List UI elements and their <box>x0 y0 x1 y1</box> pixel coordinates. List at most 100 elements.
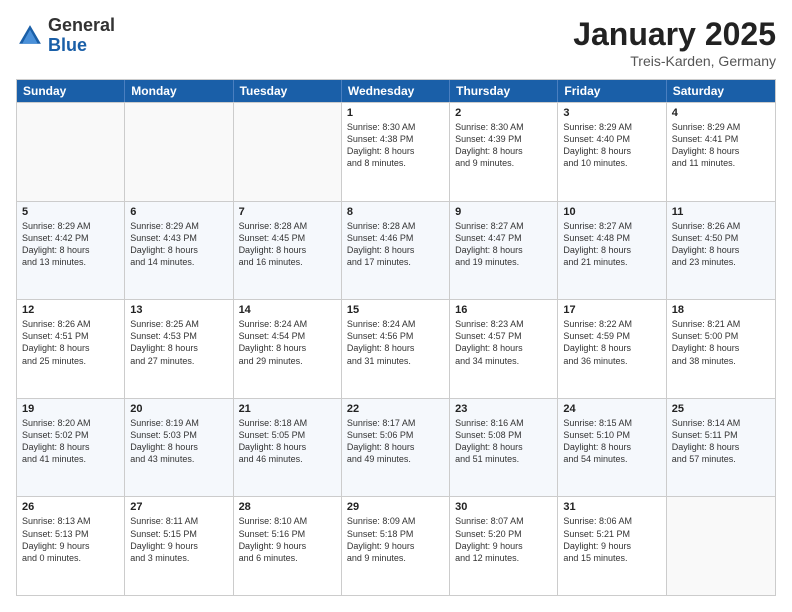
day-number: 31 <box>563 501 660 513</box>
logo-general: General <box>48 16 115 36</box>
day-number: 24 <box>563 403 660 415</box>
calendar-cell: 14 Sunrise: 8:24 AM Sunset: 4:54 PM Dayli… <box>234 300 342 398</box>
calendar-cell: 23 Sunrise: 8:16 AM Sunset: 5:08 PM Dayli… <box>450 399 558 497</box>
calendar-cell: 2 Sunrise: 8:30 AM Sunset: 4:39 PM Daylig… <box>450 103 558 201</box>
cell-info: Sunrise: 8:29 AM Sunset: 4:41 PM Dayligh… <box>672 121 770 170</box>
cell-info: Sunrise: 8:27 AM Sunset: 4:47 PM Dayligh… <box>455 220 552 269</box>
day-number: 26 <box>22 501 119 513</box>
day-number: 25 <box>672 403 770 415</box>
calendar-cell: 16 Sunrise: 8:23 AM Sunset: 4:57 PM Dayli… <box>450 300 558 398</box>
calendar-cell <box>125 103 233 201</box>
calendar-cell: 22 Sunrise: 8:17 AM Sunset: 5:06 PM Dayli… <box>342 399 450 497</box>
cell-info: Sunrise: 8:29 AM Sunset: 4:43 PM Dayligh… <box>130 220 227 269</box>
cell-info: Sunrise: 8:30 AM Sunset: 4:38 PM Dayligh… <box>347 121 444 170</box>
cell-info: Sunrise: 8:10 AM Sunset: 5:16 PM Dayligh… <box>239 515 336 564</box>
weekday-header-monday: Monday <box>125 80 233 102</box>
calendar-cell: 7 Sunrise: 8:28 AM Sunset: 4:45 PM Daylig… <box>234 202 342 300</box>
weekday-header-wednesday: Wednesday <box>342 80 450 102</box>
calendar-cell: 3 Sunrise: 8:29 AM Sunset: 4:40 PM Daylig… <box>558 103 666 201</box>
cell-info: Sunrise: 8:30 AM Sunset: 4:39 PM Dayligh… <box>455 121 552 170</box>
day-number: 2 <box>455 107 552 119</box>
day-number: 17 <box>563 304 660 316</box>
weekday-header-thursday: Thursday <box>450 80 558 102</box>
cell-info: Sunrise: 8:26 AM Sunset: 4:51 PM Dayligh… <box>22 318 119 367</box>
cell-info: Sunrise: 8:25 AM Sunset: 4:53 PM Dayligh… <box>130 318 227 367</box>
cell-info: Sunrise: 8:09 AM Sunset: 5:18 PM Dayligh… <box>347 515 444 564</box>
calendar-cell: 25 Sunrise: 8:14 AM Sunset: 5:11 PM Dayli… <box>667 399 775 497</box>
day-number: 11 <box>672 206 770 218</box>
calendar-cell: 26 Sunrise: 8:13 AM Sunset: 5:13 PM Dayli… <box>17 497 125 595</box>
calendar-cell: 21Sunrise: 8:18 AM Sunset: 5:05 PM Dayli… <box>234 399 342 497</box>
calendar-cell: 19Sunrise: 8:20 AM Sunset: 5:02 PM Dayli… <box>17 399 125 497</box>
cell-info: Sunrise: 8:24 AM Sunset: 4:54 PM Dayligh… <box>239 318 336 367</box>
cell-info: Sunrise: 8:17 AM Sunset: 5:06 PM Dayligh… <box>347 417 444 466</box>
calendar-cell: 6 Sunrise: 8:29 AM Sunset: 4:43 PM Daylig… <box>125 202 233 300</box>
cell-info: Sunrise: 8:13 AM Sunset: 5:13 PM Dayligh… <box>22 515 119 564</box>
calendar-cell <box>667 497 775 595</box>
day-number: 30 <box>455 501 552 513</box>
cell-info: Sunrise: 8:21 AM Sunset: 5:00 PM Dayligh… <box>672 318 770 367</box>
calendar-cell <box>17 103 125 201</box>
weekday-header-sunday: Sunday <box>17 80 125 102</box>
calendar-cell: 29 Sunrise: 8:09 AM Sunset: 5:18 PM Dayli… <box>342 497 450 595</box>
calendar-cell: 8Sunrise: 8:28 AM Sunset: 4:46 PM Daylig… <box>342 202 450 300</box>
header: General Blue January 2025 Treis-Karden, … <box>16 16 776 69</box>
calendar-row-2: 5 Sunrise: 8:29 AM Sunset: 4:42 PM Daylig… <box>17 201 775 300</box>
cell-info: Sunrise: 8:11 AM Sunset: 5:15 PM Dayligh… <box>130 515 227 564</box>
day-number: 6 <box>130 206 227 218</box>
day-number: 22 <box>347 403 444 415</box>
day-number: 7 <box>239 206 336 218</box>
cell-info: Sunrise: 8:28 AM Sunset: 4:46 PM Dayligh… <box>347 220 444 269</box>
calendar: SundayMondayTuesdayWednesdayThursdayFrid… <box>16 79 776 596</box>
cell-info: Sunrise: 8:15 AM Sunset: 5:10 PM Dayligh… <box>563 417 660 466</box>
calendar-cell: 28 Sunrise: 8:10 AM Sunset: 5:16 PM Dayli… <box>234 497 342 595</box>
calendar-cell: 27 Sunrise: 8:11 AM Sunset: 5:15 PM Dayli… <box>125 497 233 595</box>
cell-info: Sunrise: 8:23 AM Sunset: 4:57 PM Dayligh… <box>455 318 552 367</box>
cell-info: Sunrise: 8:29 AM Sunset: 4:40 PM Dayligh… <box>563 121 660 170</box>
calendar-cell: 11Sunrise: 8:26 AM Sunset: 4:50 PM Dayli… <box>667 202 775 300</box>
day-number: 20 <box>130 403 227 415</box>
day-number: 29 <box>347 501 444 513</box>
calendar-cell: 24 Sunrise: 8:15 AM Sunset: 5:10 PM Dayli… <box>558 399 666 497</box>
cell-info: Sunrise: 8:14 AM Sunset: 5:11 PM Dayligh… <box>672 417 770 466</box>
logo-icon <box>16 22 44 50</box>
weekday-header-friday: Friday <box>558 80 666 102</box>
day-number: 13 <box>130 304 227 316</box>
cell-info: Sunrise: 8:29 AM Sunset: 4:42 PM Dayligh… <box>22 220 119 269</box>
day-number: 5 <box>22 206 119 218</box>
day-number: 16 <box>455 304 552 316</box>
calendar-cell: 15Sunrise: 8:24 AM Sunset: 4:56 PM Dayli… <box>342 300 450 398</box>
logo: General Blue <box>16 16 115 56</box>
cell-info: Sunrise: 8:18 AM Sunset: 5:05 PM Dayligh… <box>239 417 336 466</box>
logo-text: General Blue <box>48 16 115 56</box>
day-number: 23 <box>455 403 552 415</box>
calendar-cell: 17 Sunrise: 8:22 AM Sunset: 4:59 PM Dayli… <box>558 300 666 398</box>
weekday-header-saturday: Saturday <box>667 80 775 102</box>
day-number: 28 <box>239 501 336 513</box>
cell-info: Sunrise: 8:07 AM Sunset: 5:20 PM Dayligh… <box>455 515 552 564</box>
day-number: 18 <box>672 304 770 316</box>
day-number: 15 <box>347 304 444 316</box>
day-number: 27 <box>130 501 227 513</box>
calendar-cell: 1 Sunrise: 8:30 AM Sunset: 4:38 PM Daylig… <box>342 103 450 201</box>
calendar-row-5: 26 Sunrise: 8:13 AM Sunset: 5:13 PM Dayli… <box>17 496 775 595</box>
day-number: 19 <box>22 403 119 415</box>
cell-info: Sunrise: 8:16 AM Sunset: 5:08 PM Dayligh… <box>455 417 552 466</box>
day-number: 9 <box>455 206 552 218</box>
month-title: January 2025 <box>573 16 776 53</box>
calendar-row-4: 19Sunrise: 8:20 AM Sunset: 5:02 PM Dayli… <box>17 398 775 497</box>
day-number: 4 <box>672 107 770 119</box>
day-number: 10 <box>563 206 660 218</box>
calendar-body: 1 Sunrise: 8:30 AM Sunset: 4:38 PM Daylig… <box>17 102 775 595</box>
cell-info: Sunrise: 8:19 AM Sunset: 5:03 PM Dayligh… <box>130 417 227 466</box>
cell-info: Sunrise: 8:28 AM Sunset: 4:45 PM Dayligh… <box>239 220 336 269</box>
day-number: 1 <box>347 107 444 119</box>
day-number: 3 <box>563 107 660 119</box>
calendar-cell: 18 Sunrise: 8:21 AM Sunset: 5:00 PM Dayli… <box>667 300 775 398</box>
cell-info: Sunrise: 8:27 AM Sunset: 4:48 PM Dayligh… <box>563 220 660 269</box>
calendar-header: SundayMondayTuesdayWednesdayThursdayFrid… <box>17 80 775 102</box>
day-number: 14 <box>239 304 336 316</box>
cell-info: Sunrise: 8:22 AM Sunset: 4:59 PM Dayligh… <box>563 318 660 367</box>
calendar-cell: 31Sunrise: 8:06 AM Sunset: 5:21 PM Dayli… <box>558 497 666 595</box>
calendar-cell: 10 Sunrise: 8:27 AM Sunset: 4:48 PM Dayli… <box>558 202 666 300</box>
